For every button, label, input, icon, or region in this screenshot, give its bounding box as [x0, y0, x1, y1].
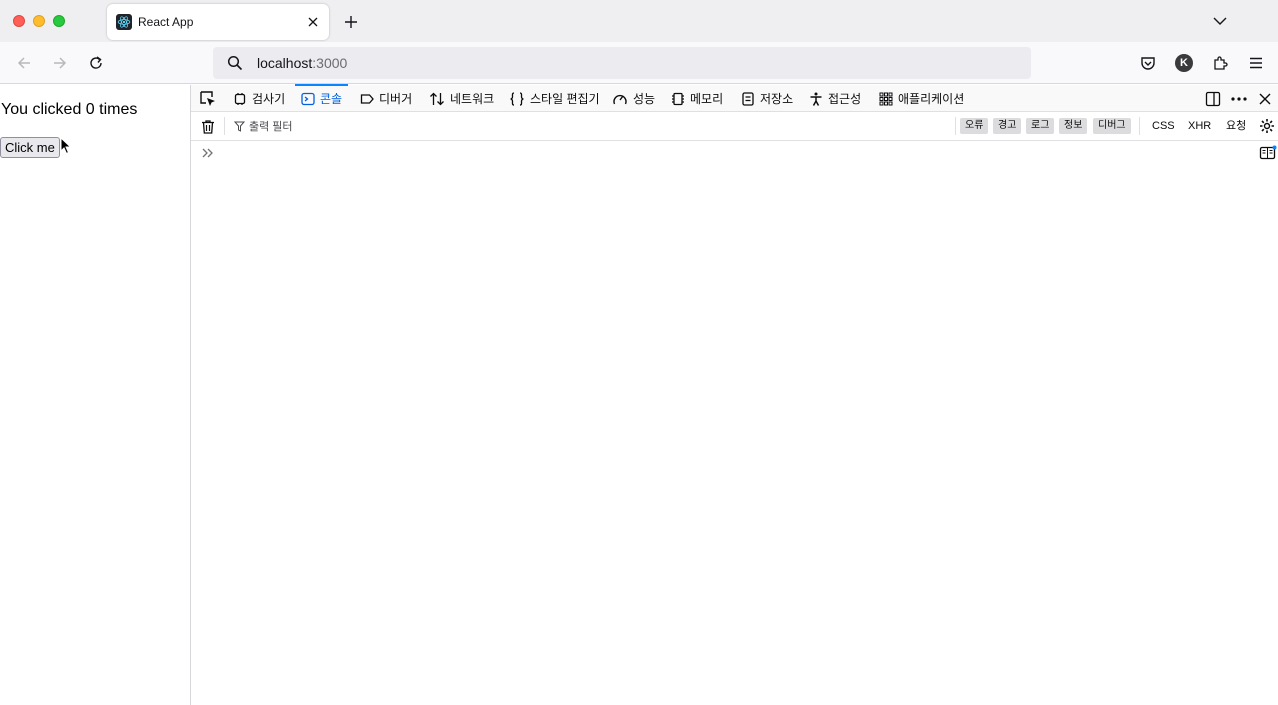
tab-accessibility[interactable]: 접근성 [809, 85, 861, 112]
devtools-toolbar: 검사기 콘솔 디버거 네트워크 스타일 편집기 성능 메모리 저장소 접근성 애… [191, 84, 1278, 112]
filter-logs-button[interactable]: 로그 [1026, 118, 1055, 134]
filter-placeholder: 출력 필터 [249, 121, 293, 133]
click-me-button[interactable]: Click me [0, 137, 60, 158]
tab-network[interactable]: 네트워크 [429, 85, 494, 112]
filter-info-button[interactable]: 정보 [1059, 118, 1088, 134]
tab-storage[interactable]: 저장소 [741, 85, 793, 112]
tab-label: 성능 [633, 92, 656, 106]
react-logo-icon [116, 14, 132, 30]
console-input[interactable] [191, 142, 1278, 164]
debugger-icon [360, 93, 374, 104]
performance-icon [613, 94, 627, 104]
pocket-icon[interactable] [1136, 51, 1160, 75]
minimize-window-button[interactable] [33, 15, 45, 27]
tab-inspector[interactable]: 검사기 [233, 85, 285, 112]
application-icon [879, 92, 893, 105]
new-tab-icon[interactable] [339, 10, 363, 34]
address-bar[interactable]: localhost:3000 [213, 47, 1031, 79]
filter-debug-button[interactable]: 디버그 [1093, 118, 1131, 134]
tab-label: 콘솔 [320, 92, 343, 106]
tab-label: 네트워크 [450, 92, 495, 106]
tab-label: 검사기 [252, 92, 286, 106]
inspector-icon [234, 92, 246, 105]
mouse-cursor-icon [60, 137, 72, 155]
element-picker-icon[interactable] [199, 90, 217, 108]
tab-performance[interactable]: 성능 [612, 85, 655, 112]
close-window-button[interactable] [13, 15, 25, 27]
menu-icon[interactable] [1244, 51, 1268, 75]
search-icon [227, 55, 243, 71]
chevron-double-right-icon [202, 148, 213, 158]
console-toolbar: 출력 필터 오류 경고 로그 정보 디버그 CSS XHR 요청 [191, 112, 1278, 141]
tab-strip: React App [0, 0, 1278, 42]
filter-errors-button[interactable]: 오류 [960, 118, 989, 134]
account-avatar[interactable]: K [1172, 51, 1196, 75]
zoom-window-button[interactable] [53, 15, 65, 27]
trash-icon[interactable] [200, 119, 216, 135]
browser-tab[interactable]: React App [107, 4, 329, 40]
more-options-icon[interactable] [1229, 89, 1249, 109]
sidebar-toggle-icon[interactable] [1259, 145, 1277, 161]
console-icon [301, 92, 315, 105]
devtools-panel: 검사기 콘솔 디버거 네트워크 스타일 편집기 성능 메모리 저장소 접근성 애… [190, 84, 1278, 705]
filter-requests-button[interactable]: 요청 [1226, 118, 1246, 134]
forward-icon[interactable] [48, 51, 72, 75]
tab-title: React App [138, 15, 194, 29]
browser-window: React App localhost:3000 K You clicked … [0, 0, 1278, 705]
divider [1139, 117, 1140, 135]
close-devtools-icon[interactable] [1255, 89, 1275, 109]
close-tab-icon[interactable] [301, 10, 325, 34]
filter-warnings-button[interactable]: 경고 [993, 118, 1022, 134]
tab-application[interactable]: 애플리케이션 [879, 85, 964, 112]
navigation-bar: localhost:3000 K [0, 42, 1278, 84]
filter-css-button[interactable]: CSS [1152, 118, 1175, 134]
tab-label: 스타일 편집기 [530, 92, 600, 106]
url-port: :3000 [312, 55, 348, 71]
reload-icon[interactable] [84, 51, 108, 75]
filter-output-input[interactable]: 출력 필터 [234, 118, 293, 134]
url-host: localhost [257, 55, 313, 71]
dock-side-icon[interactable] [1203, 89, 1223, 109]
storage-icon [742, 91, 754, 106]
page-content: You clicked 0 times Click me [0, 85, 190, 705]
back-icon[interactable] [12, 51, 36, 75]
accessibility-icon [810, 92, 822, 106]
tab-label: 접근성 [828, 92, 862, 106]
counter-text: You clicked 0 times [1, 101, 138, 118]
tab-memory[interactable]: 메모리 [671, 85, 723, 112]
tab-label: 메모리 [690, 92, 724, 106]
filter-xhr-button[interactable]: XHR [1188, 118, 1211, 134]
tab-console[interactable]: 콘솔 [294, 84, 349, 112]
gear-icon[interactable] [1259, 118, 1275, 134]
tab-debugger[interactable]: 디버거 [360, 85, 412, 112]
tab-label: 디버거 [379, 92, 413, 106]
chevron-down-icon[interactable] [1208, 9, 1232, 33]
divider [955, 117, 956, 135]
tab-label: 저장소 [760, 92, 794, 106]
tab-label: 애플리케이션 [898, 92, 965, 106]
divider [224, 117, 225, 135]
extensions-icon[interactable] [1208, 51, 1232, 75]
memory-icon [672, 92, 684, 105]
tab-style-editor[interactable]: 스타일 편집기 [509, 85, 600, 112]
style-editor-icon [510, 91, 524, 106]
filter-icon [234, 121, 245, 132]
network-icon [430, 92, 444, 105]
